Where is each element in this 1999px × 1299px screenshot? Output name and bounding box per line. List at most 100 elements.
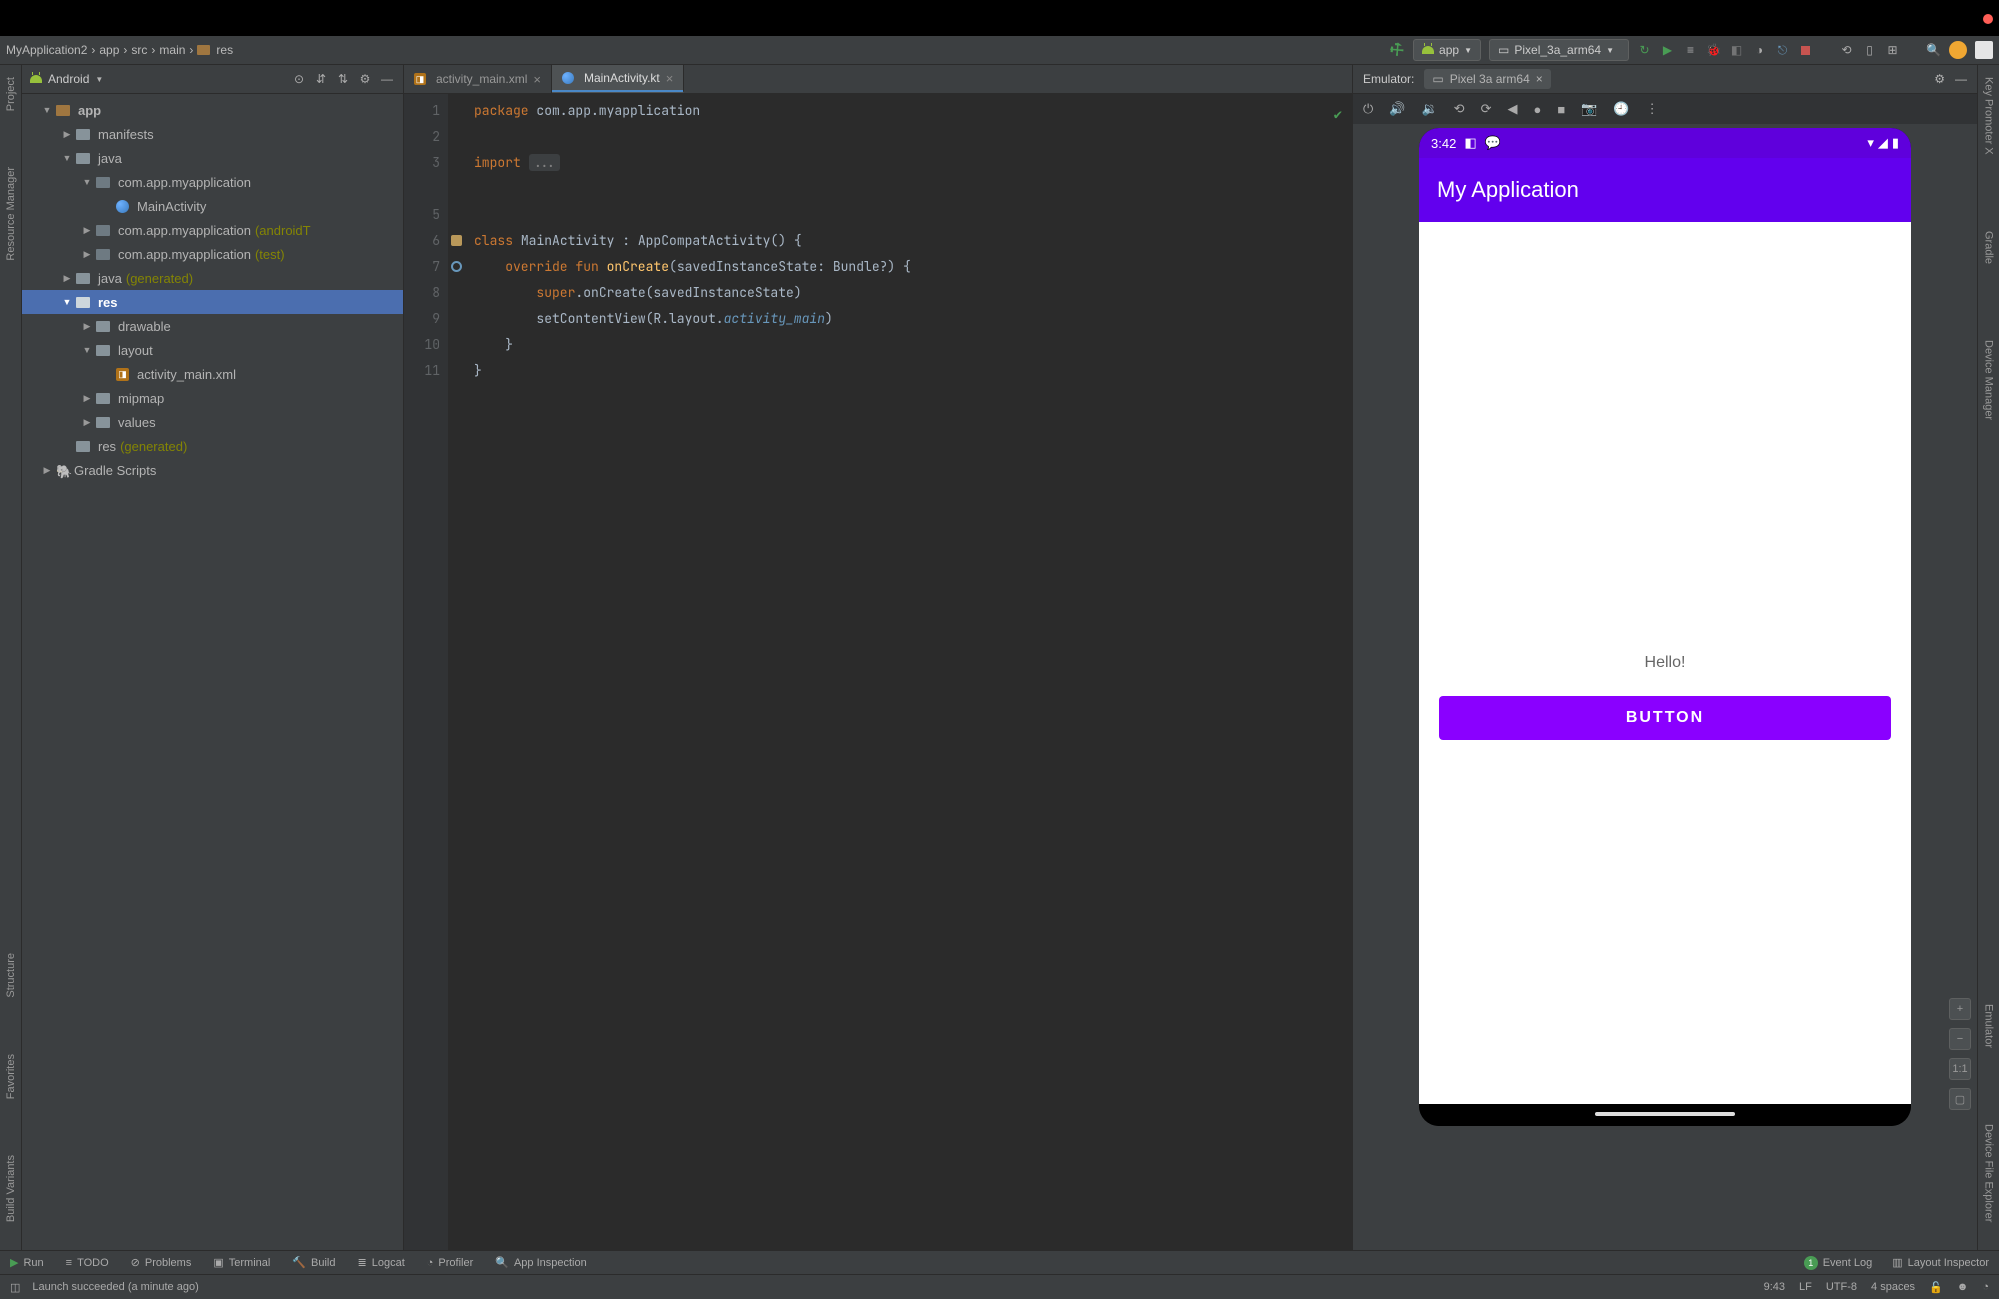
tree-res[interactable]: ▼res: [22, 290, 403, 314]
run-options-icon[interactable]: ≡: [1683, 43, 1698, 58]
breadcrumb-item[interactable]: MyApplication2: [6, 36, 87, 65]
hide-icon[interactable]: —: [379, 72, 395, 86]
tool-structure-tab[interactable]: Structure: [5, 945, 17, 1006]
tool-favorites-tab[interactable]: Favorites: [5, 1046, 17, 1107]
more-icon[interactable]: ⋮: [1646, 101, 1659, 117]
close-window-icon[interactable]: [1983, 14, 1993, 24]
user-avatar-icon[interactable]: [1949, 41, 1967, 59]
assistant-icon[interactable]: [1975, 41, 1993, 59]
zoom-in-icon[interactable]: +: [1949, 998, 1971, 1020]
tool-problems-tab[interactable]: ⊘Problems: [131, 1256, 192, 1269]
screenshot-icon[interactable]: 📷: [1581, 101, 1597, 117]
tool-run-tab[interactable]: ▶Run: [10, 1256, 44, 1269]
tool-project-tab[interactable]: Project: [5, 69, 17, 119]
collapse-all-icon[interactable]: ⇅: [335, 72, 351, 86]
tree-file-mainactivity[interactable]: MainActivity: [22, 194, 403, 218]
expand-all-icon[interactable]: ⇵: [313, 72, 329, 86]
search-everywhere-icon[interactable]: 🔍: [1926, 43, 1941, 58]
tree-drawable[interactable]: ▶drawable: [22, 314, 403, 338]
volume-down-icon[interactable]: 🔉: [1421, 101, 1437, 117]
caret-position[interactable]: 9:43: [1764, 1281, 1785, 1293]
emulator-device-tab[interactable]: ▭ Pixel 3a arm64 ×: [1424, 69, 1550, 89]
tool-device-manager-tab[interactable]: Device Manager: [1983, 332, 1995, 428]
close-tab-icon[interactable]: ×: [533, 72, 541, 87]
coverage-icon[interactable]: ◧: [1729, 43, 1744, 58]
device-selector[interactable]: ▭ Pixel_3a_arm64 ▼: [1489, 39, 1629, 61]
tool-build-variants-tab[interactable]: Build Variants: [5, 1147, 17, 1230]
editor-gutter[interactable]: 1 2 3 5 6 7 8 9 10 11: [404, 94, 448, 1250]
tool-build-tab[interactable]: 🔨Build: [292, 1256, 335, 1269]
breadcrumb-item[interactable]: main: [159, 36, 185, 65]
attach-debugger-icon[interactable]: ⎋: [1775, 43, 1790, 58]
close-tab-icon[interactable]: ×: [666, 71, 674, 86]
tool-emulator-tab[interactable]: Emulator: [1983, 996, 1995, 1056]
power-icon[interactable]: ⏻: [1363, 101, 1373, 117]
breadcrumb[interactable]: MyApplication2 › app › src › main › res: [6, 36, 233, 65]
editor-tab-activity-main-xml[interactable]: ◨ activity_main.xml ×: [404, 65, 552, 93]
tree-package-main[interactable]: ▼com.app.myapplication: [22, 170, 403, 194]
close-tab-icon[interactable]: ×: [1536, 72, 1543, 86]
breadcrumb-item[interactable]: res: [216, 36, 233, 65]
tool-todo-tab[interactable]: ≡TODO: [66, 1257, 109, 1269]
app-content[interactable]: Hello! BUTTON: [1419, 222, 1911, 1104]
editor-tab-mainactivity-kt[interactable]: MainActivity.kt ×: [552, 65, 684, 93]
tree-values[interactable]: ▶values: [22, 410, 403, 434]
tree-res-generated[interactable]: res (generated): [22, 434, 403, 458]
breadcrumb-item[interactable]: src: [131, 36, 147, 65]
chevron-down-icon[interactable]: ▼: [95, 75, 103, 84]
device-nav-bar[interactable]: [1419, 1104, 1911, 1126]
indent-setting[interactable]: 4 spaces: [1871, 1281, 1915, 1293]
status-icon[interactable]: ◫: [10, 1281, 20, 1294]
snapshot-icon[interactable]: 🕘: [1613, 101, 1629, 117]
emulator-viewport[interactable]: 3:42 ◧ 💬 ▾ ◢ ▮ My Application Hello! BUT…: [1353, 124, 1977, 1250]
breadcrumb-item[interactable]: app: [99, 36, 119, 65]
tree-module-app[interactable]: ▼app: [22, 98, 403, 122]
volume-up-icon[interactable]: 🔊: [1389, 101, 1405, 117]
tree-java[interactable]: ▼java: [22, 146, 403, 170]
tree-java-generated[interactable]: ▶java (generated): [22, 266, 403, 290]
tool-logcat-tab[interactable]: ≣Logcat: [358, 1256, 405, 1269]
overview-icon[interactable]: ■: [1557, 102, 1565, 117]
avd-manager-icon[interactable]: ▯: [1862, 43, 1877, 58]
run-icon[interactable]: ▶: [1660, 43, 1675, 58]
inspections-ok-icon[interactable]: ✔: [1334, 102, 1342, 128]
settings-gear-icon[interactable]: ⚙: [1934, 72, 1945, 86]
tool-key-promoter-tab[interactable]: Key Promoter X: [1983, 69, 1995, 163]
tree-mipmap[interactable]: ▶mipmap: [22, 386, 403, 410]
zoom-fit-icon[interactable]: ▢: [1949, 1088, 1971, 1110]
memory-indicator-icon[interactable]: ◔: [1982, 1281, 1989, 1293]
tree-layout[interactable]: ▼layout: [22, 338, 403, 362]
tree-gradle-scripts[interactable]: ▶🐘Gradle Scripts: [22, 458, 403, 482]
reload-run-icon[interactable]: ↻: [1637, 43, 1652, 58]
readonly-lock-icon[interactable]: 🔓: [1929, 1281, 1943, 1294]
tree-manifests[interactable]: ▶manifests: [22, 122, 403, 146]
code-editor[interactable]: 1 2 3 5 6 7 8 9 10 11 package com.app.my…: [404, 94, 1352, 1250]
tool-app-inspection-tab[interactable]: 🔍App Inspection: [495, 1256, 586, 1269]
tree-package-test[interactable]: ▶com.app.myapplication (test): [22, 242, 403, 266]
layout-inspector-button[interactable]: ▥Layout Inspector: [1892, 1256, 1989, 1269]
run-config-selector[interactable]: app ▼: [1413, 39, 1481, 61]
tool-device-file-explorer-tab[interactable]: Device File Explorer: [1983, 1116, 1995, 1230]
editor-content[interactable]: package com.app.myapplication import ...…: [448, 94, 1352, 1250]
home-icon[interactable]: ●: [1533, 102, 1541, 117]
project-view-title[interactable]: Android: [48, 72, 89, 86]
settings-gear-icon[interactable]: ⚙: [357, 72, 373, 86]
build-icon[interactable]: ⚒: [1387, 39, 1408, 60]
app-button[interactable]: BUTTON: [1439, 696, 1891, 740]
rotate-right-icon[interactable]: ⟳: [1481, 101, 1492, 117]
event-log-button[interactable]: 1Event Log: [1804, 1256, 1873, 1270]
profile-icon[interactable]: ◑: [1752, 43, 1767, 58]
tool-terminal-tab[interactable]: ▣Terminal: [213, 1256, 270, 1269]
tool-gradle-tab[interactable]: Gradle: [1983, 223, 1995, 272]
tool-profiler-tab[interactable]: ◔Profiler: [427, 1257, 474, 1269]
zoom-reset[interactable]: 1:1: [1949, 1058, 1971, 1080]
stop-icon[interactable]: [1798, 43, 1813, 58]
file-encoding[interactable]: UTF-8: [1826, 1281, 1857, 1293]
zoom-out-icon[interactable]: −: [1949, 1028, 1971, 1050]
sdk-manager-icon[interactable]: ⊞: [1885, 43, 1900, 58]
tree-file-activity-main-xml[interactable]: ◨activity_main.xml: [22, 362, 403, 386]
tool-resource-manager-tab[interactable]: Resource Manager: [5, 159, 17, 269]
sync-gradle-icon[interactable]: ⟲: [1839, 43, 1854, 58]
select-opened-file-icon[interactable]: ⊙: [291, 72, 307, 86]
debug-bug-icon[interactable]: 🐞: [1706, 43, 1721, 58]
